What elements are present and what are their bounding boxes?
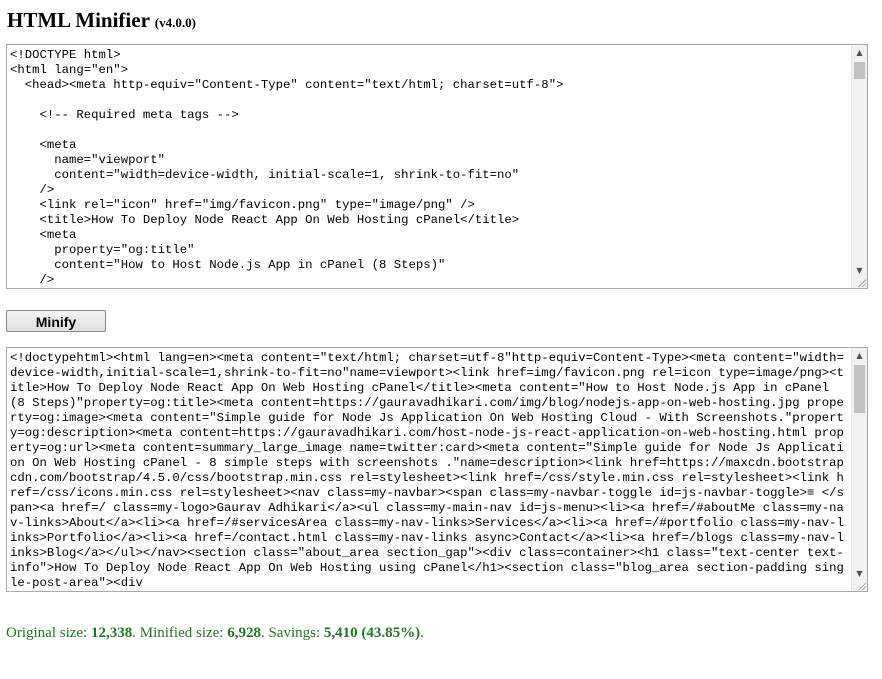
savings-value: 5,410 (43.85%) [323,625,421,641]
input-code: <!DOCTYPE html> <html lang="en"> <head><… [7,45,867,288]
code-line: /> [10,273,55,287]
output-textarea[interactable]: <!doctypehtml><html lang=en><meta conten… [6,347,868,592]
original-size-value: 12,338 [90,625,133,641]
version-label: (v4.0.0) [154,15,196,30]
code-line: <html lang="en"> [10,63,129,77]
code-line: property="og:title" [10,243,195,257]
scroll-down-icon[interactable]: ▼ [852,263,867,278]
app-name: HTML Minifier [7,8,150,32]
code-line: <meta [10,138,77,152]
scroll-down-icon[interactable]: ▼ [852,566,867,581]
output-code: <!doctypehtml><html lang=en><meta conten… [10,351,844,590]
code-line: <!-- Required meta tags --> [10,108,239,122]
code-line: content="width=device-width, initial-sca… [10,168,520,182]
input-scrollbar[interactable]: ▲ ▼ [851,45,867,288]
scroll-up-icon[interactable]: ▲ [852,45,867,60]
code-line: /> [10,183,55,197]
scroll-up-icon[interactable]: ▲ [852,348,867,363]
resize-grip-icon[interactable] [856,277,866,287]
minify-button[interactable]: Minify [6,310,106,332]
resize-grip-icon[interactable] [856,580,866,590]
code-line: <title>How To Deploy Node React App On W… [10,213,520,227]
scroll-thumb[interactable] [854,365,865,413]
code-line: <meta [10,228,77,242]
output-scrollbar[interactable]: ▲ ▼ [851,348,867,591]
original-size-label: Original size: [6,625,88,641]
code-line: content="How to Host Node.js App in cPan… [10,258,446,272]
scroll-thumb[interactable] [854,62,865,79]
code-line: <!DOCTYPE html> [10,48,121,62]
minified-size-value: 6,928 [227,625,261,641]
input-textarea[interactable]: <!DOCTYPE html> <html lang="en"> <head><… [6,44,868,289]
code-line: <head><meta http-equiv="Content-Type" co… [10,78,564,92]
code-line: <link rel="icon" href="img/favicon.png" … [10,198,475,212]
code-line: name="viewport" [10,153,165,167]
savings-label: Savings: [268,625,321,641]
page-title: HTML Minifier (v4.0.0) [7,8,196,35]
minified-size-label: Minified size: [139,625,224,641]
size-stats: Original size: 12,338. Minified size: 6,… [6,625,424,641]
